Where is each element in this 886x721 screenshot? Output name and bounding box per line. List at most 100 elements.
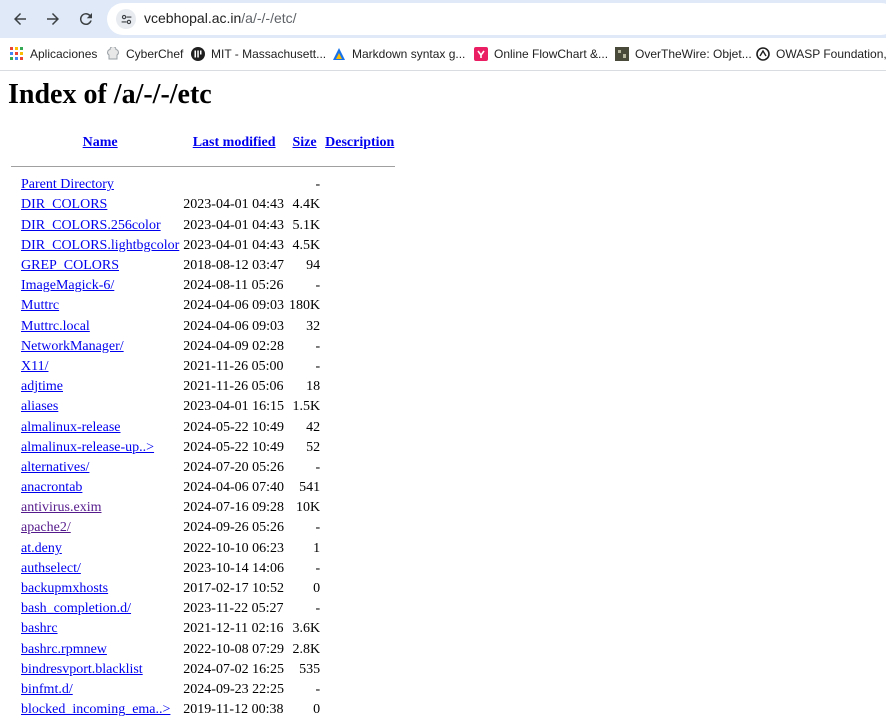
bookmark-owasp[interactable]: OWASP Foundation,... <box>756 45 886 63</box>
sort-by-name-link[interactable]: Name <box>83 135 118 150</box>
file-link[interactable]: almalinux-release-up..> <box>21 440 154 455</box>
file-link[interactable]: antivirus.exim <box>21 500 102 515</box>
name-cell[interactable]: DIR_COLORS.256color <box>20 217 180 235</box>
sort-by-description-link[interactable]: Description <box>325 135 394 150</box>
file-link[interactable]: X11/ <box>21 359 48 374</box>
name-cell[interactable]: X11/ <box>20 358 180 376</box>
file-link[interactable]: anacrontab <box>21 480 82 495</box>
back-button[interactable] <box>7 6 33 32</box>
reload-button[interactable] <box>73 6 99 32</box>
browser-chrome: vcebhopal.ac.in/a/-/-/etc/ Aplicaciones … <box>0 0 886 71</box>
name-cell[interactable]: DIR_COLORS <box>20 196 180 214</box>
file-link[interactable]: ImageMagick-6/ <box>21 278 114 293</box>
name-cell[interactable]: adjtime <box>20 378 180 396</box>
name-cell[interactable]: aliases <box>20 398 180 416</box>
file-icon-cell <box>10 560 18 578</box>
file-link[interactable]: Muttrc <box>21 298 59 313</box>
file-link[interactable]: at.deny <box>21 541 62 556</box>
name-cell[interactable]: apache2/ <box>20 519 180 537</box>
file-link[interactable]: bashrc <box>21 621 58 636</box>
file-link[interactable]: NetworkManager/ <box>21 339 124 354</box>
size-cell: - <box>315 278 321 294</box>
name-column-header[interactable]: Name <box>20 132 180 154</box>
forward-button[interactable] <box>40 6 66 32</box>
address-bar[interactable]: vcebhopal.ac.in/a/-/-/etc/ <box>107 3 886 35</box>
name-cell[interactable]: Muttrc <box>20 297 180 315</box>
sort-by-modified-link[interactable]: Last modified <box>193 135 276 150</box>
header-row: Name Last modified Size Description <box>10 132 396 154</box>
file-link[interactable]: authselect/ <box>21 561 81 576</box>
name-cell[interactable]: bash_completion.d/ <box>20 600 180 618</box>
name-cell[interactable]: DIR_COLORS.lightbgcolor <box>20 237 180 255</box>
file-icon-cell <box>10 479 18 497</box>
description-cell <box>323 237 396 255</box>
file-icon-cell <box>10 398 18 416</box>
description-cell <box>323 378 396 396</box>
description-cell <box>323 439 396 457</box>
modified-cell: 2024-08-11 05:26 <box>183 278 284 294</box>
file-link[interactable]: blocked_incoming_ema..> <box>21 702 170 717</box>
description-cell <box>323 418 396 436</box>
modified-column-header[interactable]: Last modified <box>182 132 286 154</box>
file-link[interactable]: DIR_COLORS.256color <box>21 218 161 233</box>
name-cell[interactable]: bindresvport.blacklist <box>20 661 180 679</box>
arrow-left-icon <box>14 13 26 25</box>
table-row: binfmt.d/2024-09-23 22:25 - <box>10 681 396 699</box>
name-cell[interactable]: Parent Directory <box>20 176 180 194</box>
name-cell[interactable]: Muttrc.local <box>20 318 180 336</box>
sort-by-size-link[interactable]: Size <box>293 135 317 150</box>
toolbar: vcebhopal.ac.in/a/-/-/etc/ <box>0 0 886 38</box>
file-link[interactable]: bash_completion.d/ <box>21 601 131 616</box>
name-cell[interactable]: anacrontab <box>20 479 180 497</box>
table-row: DIR_COLORS.lightbgcolor 2023-04-01 04:43 4… <box>10 237 396 255</box>
file-link[interactable]: almalinux-release <box>21 420 121 435</box>
name-cell[interactable]: backupmxhosts <box>20 580 180 598</box>
site-info-button[interactable] <box>116 9 136 29</box>
description-cell <box>323 620 396 638</box>
name-cell[interactable]: GREP_COLORS <box>20 257 180 275</box>
table-row: adjtime 2021-11-26 05:06 18 <box>10 378 396 396</box>
bookmark-apps[interactable]: Aplicaciones <box>10 45 97 63</box>
name-cell[interactable]: NetworkManager/ <box>20 338 180 356</box>
name-cell[interactable]: binfmt.d/ <box>20 681 180 699</box>
name-cell[interactable]: bashrc.rpmnew <box>20 641 180 659</box>
file-link[interactable]: binfmt.d/ <box>21 682 73 697</box>
name-cell[interactable]: almalinux-release <box>20 418 180 436</box>
name-cell[interactable]: ImageMagick-6/ <box>20 277 180 295</box>
file-link[interactable]: alternatives/ <box>21 460 89 475</box>
name-cell[interactable]: almalinux-release-up..> <box>20 439 180 457</box>
file-link[interactable]: GREP_COLORS <box>21 258 119 273</box>
table-row: bash_completion.d/2023-11-22 05:27 - <box>10 600 396 618</box>
bookmark-cyberchef[interactable]: CyberChef <box>106 45 183 63</box>
file-link[interactable]: Muttrc.local <box>21 319 90 334</box>
modified-cell: 2022-10-10 06:23 <box>183 540 284 556</box>
name-cell[interactable]: authselect/ <box>20 560 180 578</box>
listing-body: Parent Directory - DIR_COLORS 2023-04-01 04… <box>10 176 396 719</box>
parent-directory-link[interactable]: Parent Directory <box>21 177 114 192</box>
file-icon-cell <box>10 418 18 436</box>
file-link[interactable]: bashrc.rpmnew <box>21 642 107 657</box>
file-link[interactable]: aliases <box>21 399 58 414</box>
file-link[interactable]: bindresvport.blacklist <box>21 662 143 677</box>
size-cell: - <box>315 358 321 374</box>
size-column-header[interactable]: Size <box>288 132 321 154</box>
file-link[interactable]: apache2/ <box>21 520 71 535</box>
name-cell[interactable]: antivirus.exim <box>20 499 180 517</box>
bookmark-mit[interactable]: MIT - Massachusett... <box>191 45 326 63</box>
file-link[interactable]: DIR_COLORS.lightbgcolor <box>21 238 179 253</box>
name-cell[interactable]: at.deny <box>20 540 180 558</box>
bookmark-flowchart[interactable]: Online FlowChart &... <box>474 45 608 63</box>
file-link[interactable]: backupmxhosts <box>21 581 108 596</box>
modified-cell: 2023-04-01 04:43 <box>183 237 284 253</box>
file-link[interactable]: DIR_COLORS <box>21 197 107 212</box>
modified-cell: 2024-04-06 09:03 <box>183 318 284 334</box>
table-row: bashrc.rpmnew 2022-10-08 07:29 2.8K <box>10 641 396 659</box>
name-cell[interactable]: bashrc <box>20 620 180 638</box>
file-link[interactable]: adjtime <box>21 379 63 394</box>
name-cell[interactable]: alternatives/ <box>20 459 180 477</box>
bookmark-overthewire[interactable]: OverTheWire: Objet... <box>615 45 752 63</box>
size-cell: 52 <box>306 439 321 455</box>
bookmark-markdown[interactable]: Markdown syntax g... <box>332 45 465 63</box>
description-column-header[interactable]: Description <box>323 132 396 154</box>
description-cell <box>323 641 396 659</box>
